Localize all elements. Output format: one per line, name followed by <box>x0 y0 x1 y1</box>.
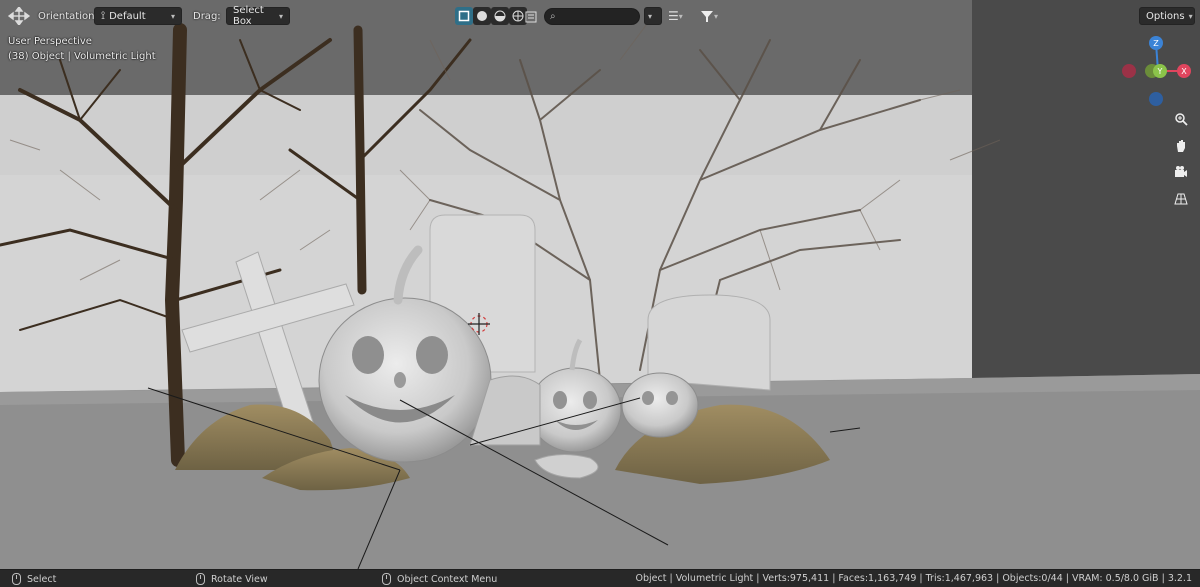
zoom-icon <box>1175 113 1188 126</box>
camera-view-button[interactable] <box>1170 161 1192 183</box>
drag-label-text: Drag: <box>193 10 221 22</box>
z-axis-label: Z <box>1153 39 1159 48</box>
clipboard-icon[interactable] <box>524 7 538 25</box>
chevron-down-icon: ▾ <box>678 11 683 21</box>
view-options-dropdown[interactable]: ▾ <box>644 7 662 25</box>
orientation-label: Orientation: <box>38 7 98 25</box>
drag-label: Drag: <box>193 7 221 25</box>
shading-modes <box>455 7 527 25</box>
chevron-down-icon: ▾ <box>278 11 283 21</box>
negative-x-handle <box>1122 64 1136 78</box>
ortho-toggle-button[interactable] <box>1170 188 1192 210</box>
drag-dropdown[interactable]: Select Box ▾ <box>226 5 290 27</box>
orientation-value: Default <box>109 10 146 22</box>
solid-sphere-icon <box>477 11 487 21</box>
negative-z-handle <box>1149 92 1163 106</box>
solid-shading-button[interactable] <box>473 7 491 25</box>
list-tree-icon: ☰ <box>668 9 679 23</box>
zoom-button[interactable] <box>1170 108 1192 130</box>
mouse-right-icon <box>382 573 391 585</box>
x-axis-label: X <box>1181 67 1187 76</box>
y-axis-label: Y <box>1157 67 1163 76</box>
orientation-label-text: Orientation: <box>38 10 98 22</box>
hand-pan-icon <box>1177 140 1185 152</box>
orientation-icon: ⟟ <box>101 9 106 22</box>
chevron-down-icon: ▾ <box>648 11 653 21</box>
chevron-down-icon: ▾ <box>714 11 719 21</box>
scene-statistics: Object | Volumetric Light | Verts:975,41… <box>635 573 1192 584</box>
orientation-dropdown[interactable]: ⟟ Default ▾ <box>94 7 182 25</box>
camera-icon <box>1175 166 1187 177</box>
wireframe-shading-button[interactable] <box>455 7 473 25</box>
viewport-header: Orientation: ⟟ Default ▾ Drag: Select Bo… <box>0 0 1200 30</box>
status-context-hint: Object Context Menu <box>382 573 497 585</box>
status-bar: Select Rotate View Object Context Menu O… <box>0 569 1200 587</box>
status-select-label: Select <box>27 573 57 585</box>
status-rotate-label: Rotate View <box>211 573 268 585</box>
navigation-gizmo[interactable]: Z Y X <box>1112 33 1196 107</box>
status-rotate-hint: Rotate View <box>196 573 268 585</box>
drag-value: Select Box <box>233 5 264 27</box>
chevron-down-icon: ▾ <box>170 11 175 21</box>
pan-button[interactable] <box>1170 135 1192 157</box>
active-object-label: (38) Object | Volumetric Light <box>8 51 156 62</box>
material-preview-button[interactable] <box>491 7 509 25</box>
chevron-down-icon: ▾ <box>1188 11 1193 21</box>
wireframe-icon <box>458 10 470 22</box>
transform-gizmo-icon[interactable] <box>8 7 30 25</box>
mouse-middle-icon <box>196 573 205 585</box>
view-perspective-label: User Perspective <box>8 36 92 47</box>
filter-icon <box>701 11 713 22</box>
overlay-dropdown[interactable]: ☰ ▾ <box>668 7 683 25</box>
status-context-label: Object Context Menu <box>397 573 498 585</box>
scene-render <box>0 0 1200 569</box>
filter-dropdown[interactable]: ▾ <box>700 7 718 25</box>
3d-viewport[interactable]: Orientation: ⟟ Default ▾ Drag: Select Bo… <box>0 0 1200 569</box>
mouse-left-icon <box>12 573 21 585</box>
status-select-hint: Select <box>12 573 56 585</box>
material-sphere-icon <box>494 10 506 22</box>
rendered-sphere-icon <box>512 10 524 22</box>
search-input[interactable]: ⌕ <box>544 7 640 25</box>
grid-ortho-icon <box>1174 193 1188 205</box>
search-icon: ⌕ <box>550 10 556 22</box>
options-label: Options <box>1146 10 1185 22</box>
options-dropdown[interactable]: Options ▾ <box>1139 7 1195 25</box>
